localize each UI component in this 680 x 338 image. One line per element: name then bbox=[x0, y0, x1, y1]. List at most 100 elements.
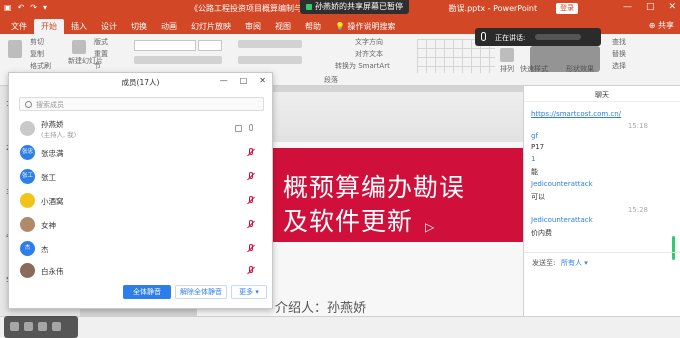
font-size-select[interactable] bbox=[198, 40, 222, 51]
tab-review[interactable]: 审阅 bbox=[238, 19, 268, 34]
screen-share-banner[interactable]: 孙燕娇的共享屏幕已暂停 bbox=[300, 0, 409, 14]
camera-toggle-icon[interactable] bbox=[24, 322, 33, 331]
tab-file[interactable]: 文件 bbox=[4, 19, 34, 34]
avatar bbox=[20, 217, 35, 232]
member-row[interactable]: 白永伟 bbox=[9, 259, 274, 283]
chat-message: 价内费 bbox=[531, 229, 552, 237]
chat-title: 聊天 bbox=[595, 91, 609, 99]
close-button[interactable]: ✕ bbox=[668, 2, 676, 12]
cut-button[interactable]: 剪切 bbox=[30, 37, 44, 47]
more-button[interactable]: 更多 ▾ bbox=[231, 285, 267, 299]
close-button[interactable]: ✕ bbox=[259, 76, 266, 85]
paragraph-group-label: 段落 bbox=[324, 76, 338, 84]
customize-icon[interactable]: ▾ bbox=[43, 3, 47, 12]
meeting-floating-toolbar[interactable] bbox=[530, 46, 600, 72]
tab-transitions[interactable]: 切换 bbox=[124, 19, 154, 34]
member-row[interactable]: 小酒窝 bbox=[9, 189, 274, 213]
microphone-muted-icon[interactable] bbox=[247, 266, 255, 275]
share-screen-icon[interactable] bbox=[38, 322, 47, 331]
section-button[interactable]: 节 bbox=[94, 61, 101, 71]
chat-sender: Jedicounterattack bbox=[531, 216, 593, 224]
send-to-label: 发送至: bbox=[532, 259, 556, 267]
find-button[interactable]: 查找 bbox=[612, 37, 626, 47]
chat-divider bbox=[524, 252, 680, 253]
members-dialog-controls: — □ ✕ bbox=[220, 76, 266, 85]
font-format-buttons[interactable] bbox=[134, 56, 222, 64]
tab-view[interactable]: 视图 bbox=[268, 19, 298, 34]
window-controls: — □ ✕ bbox=[623, 2, 676, 12]
microphone-icon bbox=[481, 32, 486, 41]
reset-button[interactable]: 重置 bbox=[94, 49, 108, 59]
search-icon bbox=[25, 101, 32, 108]
chat-timestamp: 15:28 bbox=[627, 206, 648, 214]
font-family-select[interactable] bbox=[134, 40, 196, 51]
tab-animations[interactable]: 动画 bbox=[154, 19, 184, 34]
tab-home[interactable]: 开始 bbox=[34, 19, 64, 34]
microphone-muted-icon[interactable] bbox=[247, 148, 255, 157]
replace-button[interactable]: 替换 bbox=[612, 49, 626, 59]
member-role: (主持人, 我) bbox=[41, 131, 77, 139]
undo-icon[interactable]: ↶ bbox=[18, 3, 25, 12]
quick-access-toolbar: ▣ ↶ ↷ ▾ bbox=[4, 3, 47, 12]
format-painter-button[interactable]: 格式刷 bbox=[30, 61, 51, 71]
member-search-input[interactable]: 搜索成员 bbox=[19, 97, 264, 111]
align-text-button[interactable]: 对齐文本 bbox=[355, 49, 383, 59]
minimize-button[interactable]: — bbox=[220, 76, 228, 85]
alignment-buttons[interactable] bbox=[238, 56, 302, 64]
member-row[interactable]: 杰 杰 bbox=[9, 237, 274, 261]
chat-link[interactable]: https://smartcost.com.cn/ bbox=[531, 110, 621, 118]
tab-design[interactable]: 设计 bbox=[94, 19, 124, 34]
microphone-muted-icon[interactable] bbox=[247, 244, 255, 253]
microphone-muted-icon[interactable] bbox=[247, 196, 255, 205]
new-slide-icon[interactable] bbox=[72, 40, 86, 54]
maximize-button[interactable]: □ bbox=[646, 2, 655, 12]
arrange-icon[interactable] bbox=[500, 48, 514, 62]
convert-smartart-button[interactable]: 转换为 SmartArt bbox=[335, 61, 390, 71]
microphone-muted-icon[interactable] bbox=[247, 220, 255, 229]
send-to-select[interactable]: 所有人 ▾ bbox=[561, 258, 588, 268]
member-name: 白永伟 bbox=[41, 267, 64, 276]
paste-icon[interactable] bbox=[8, 40, 22, 58]
member-row[interactable]: 孙燕娇 (主持人, 我) bbox=[9, 117, 274, 141]
members-dialog: 成员(17人) — □ ✕ 搜索成员 孙燕娇 (主持人, 我) 张忠满 张忠满 … bbox=[8, 72, 273, 309]
copy-button[interactable]: 复制 bbox=[30, 49, 44, 59]
select-button[interactable]: 选择 bbox=[612, 61, 626, 71]
chat-scrollbar[interactable] bbox=[672, 236, 675, 260]
layout-button[interactable]: 版式 bbox=[94, 37, 108, 47]
maximize-button[interactable]: □ bbox=[240, 76, 248, 85]
text-direction-button[interactable]: 文字方向 bbox=[355, 37, 383, 47]
tab-slideshow[interactable]: 幻灯片放映 bbox=[184, 19, 238, 34]
redo-icon[interactable]: ↷ bbox=[30, 3, 37, 12]
chat-sender: Jedicounterattack bbox=[531, 180, 593, 188]
paragraph-buttons[interactable] bbox=[238, 40, 302, 48]
chat-timestamp: 15:18 bbox=[627, 122, 648, 130]
avatar: 杰 bbox=[20, 241, 35, 256]
chat-sender: 1 bbox=[531, 155, 536, 163]
chat-message: P17 bbox=[531, 143, 545, 151]
tell-me-search[interactable]: 💡 操作说明搜索 bbox=[328, 19, 403, 34]
members-icon[interactable] bbox=[52, 322, 61, 331]
microphone-muted-icon[interactable] bbox=[247, 172, 255, 181]
save-icon[interactable]: ▣ bbox=[4, 3, 12, 12]
slide-presenter-text: 介绍人：孙燕娇 bbox=[275, 301, 367, 316]
minimize-button[interactable]: — bbox=[623, 2, 632, 12]
share-button[interactable]: ⊕ 共享 bbox=[649, 20, 674, 31]
unmute-all-button[interactable]: 解除全体静音 bbox=[175, 285, 227, 299]
members-dialog-header: 成员(17人) — □ ✕ bbox=[9, 73, 272, 91]
login-button[interactable]: 登录 bbox=[556, 3, 578, 14]
member-row[interactable]: 张工 张工 bbox=[9, 165, 274, 189]
arrange-button[interactable]: 排列 bbox=[500, 64, 514, 74]
speaker-name-redacted bbox=[535, 34, 581, 40]
mic-toggle-icon[interactable] bbox=[10, 322, 19, 331]
microphone-icon[interactable] bbox=[247, 124, 254, 133]
tab-help[interactable]: 帮助 bbox=[298, 19, 328, 34]
tab-insert[interactable]: 插入 bbox=[64, 19, 94, 34]
avatar bbox=[20, 193, 35, 208]
meeting-mini-controls[interactable] bbox=[4, 316, 78, 338]
member-row[interactable]: 女神 bbox=[9, 213, 274, 237]
mute-all-button[interactable]: 全体静音 bbox=[123, 285, 171, 299]
slide-title-line2: 及软件更新 bbox=[283, 207, 414, 236]
member-name: 杰 bbox=[41, 245, 49, 254]
member-row[interactable]: 张忠满 张忠满 bbox=[9, 141, 274, 165]
avatar bbox=[20, 121, 35, 136]
